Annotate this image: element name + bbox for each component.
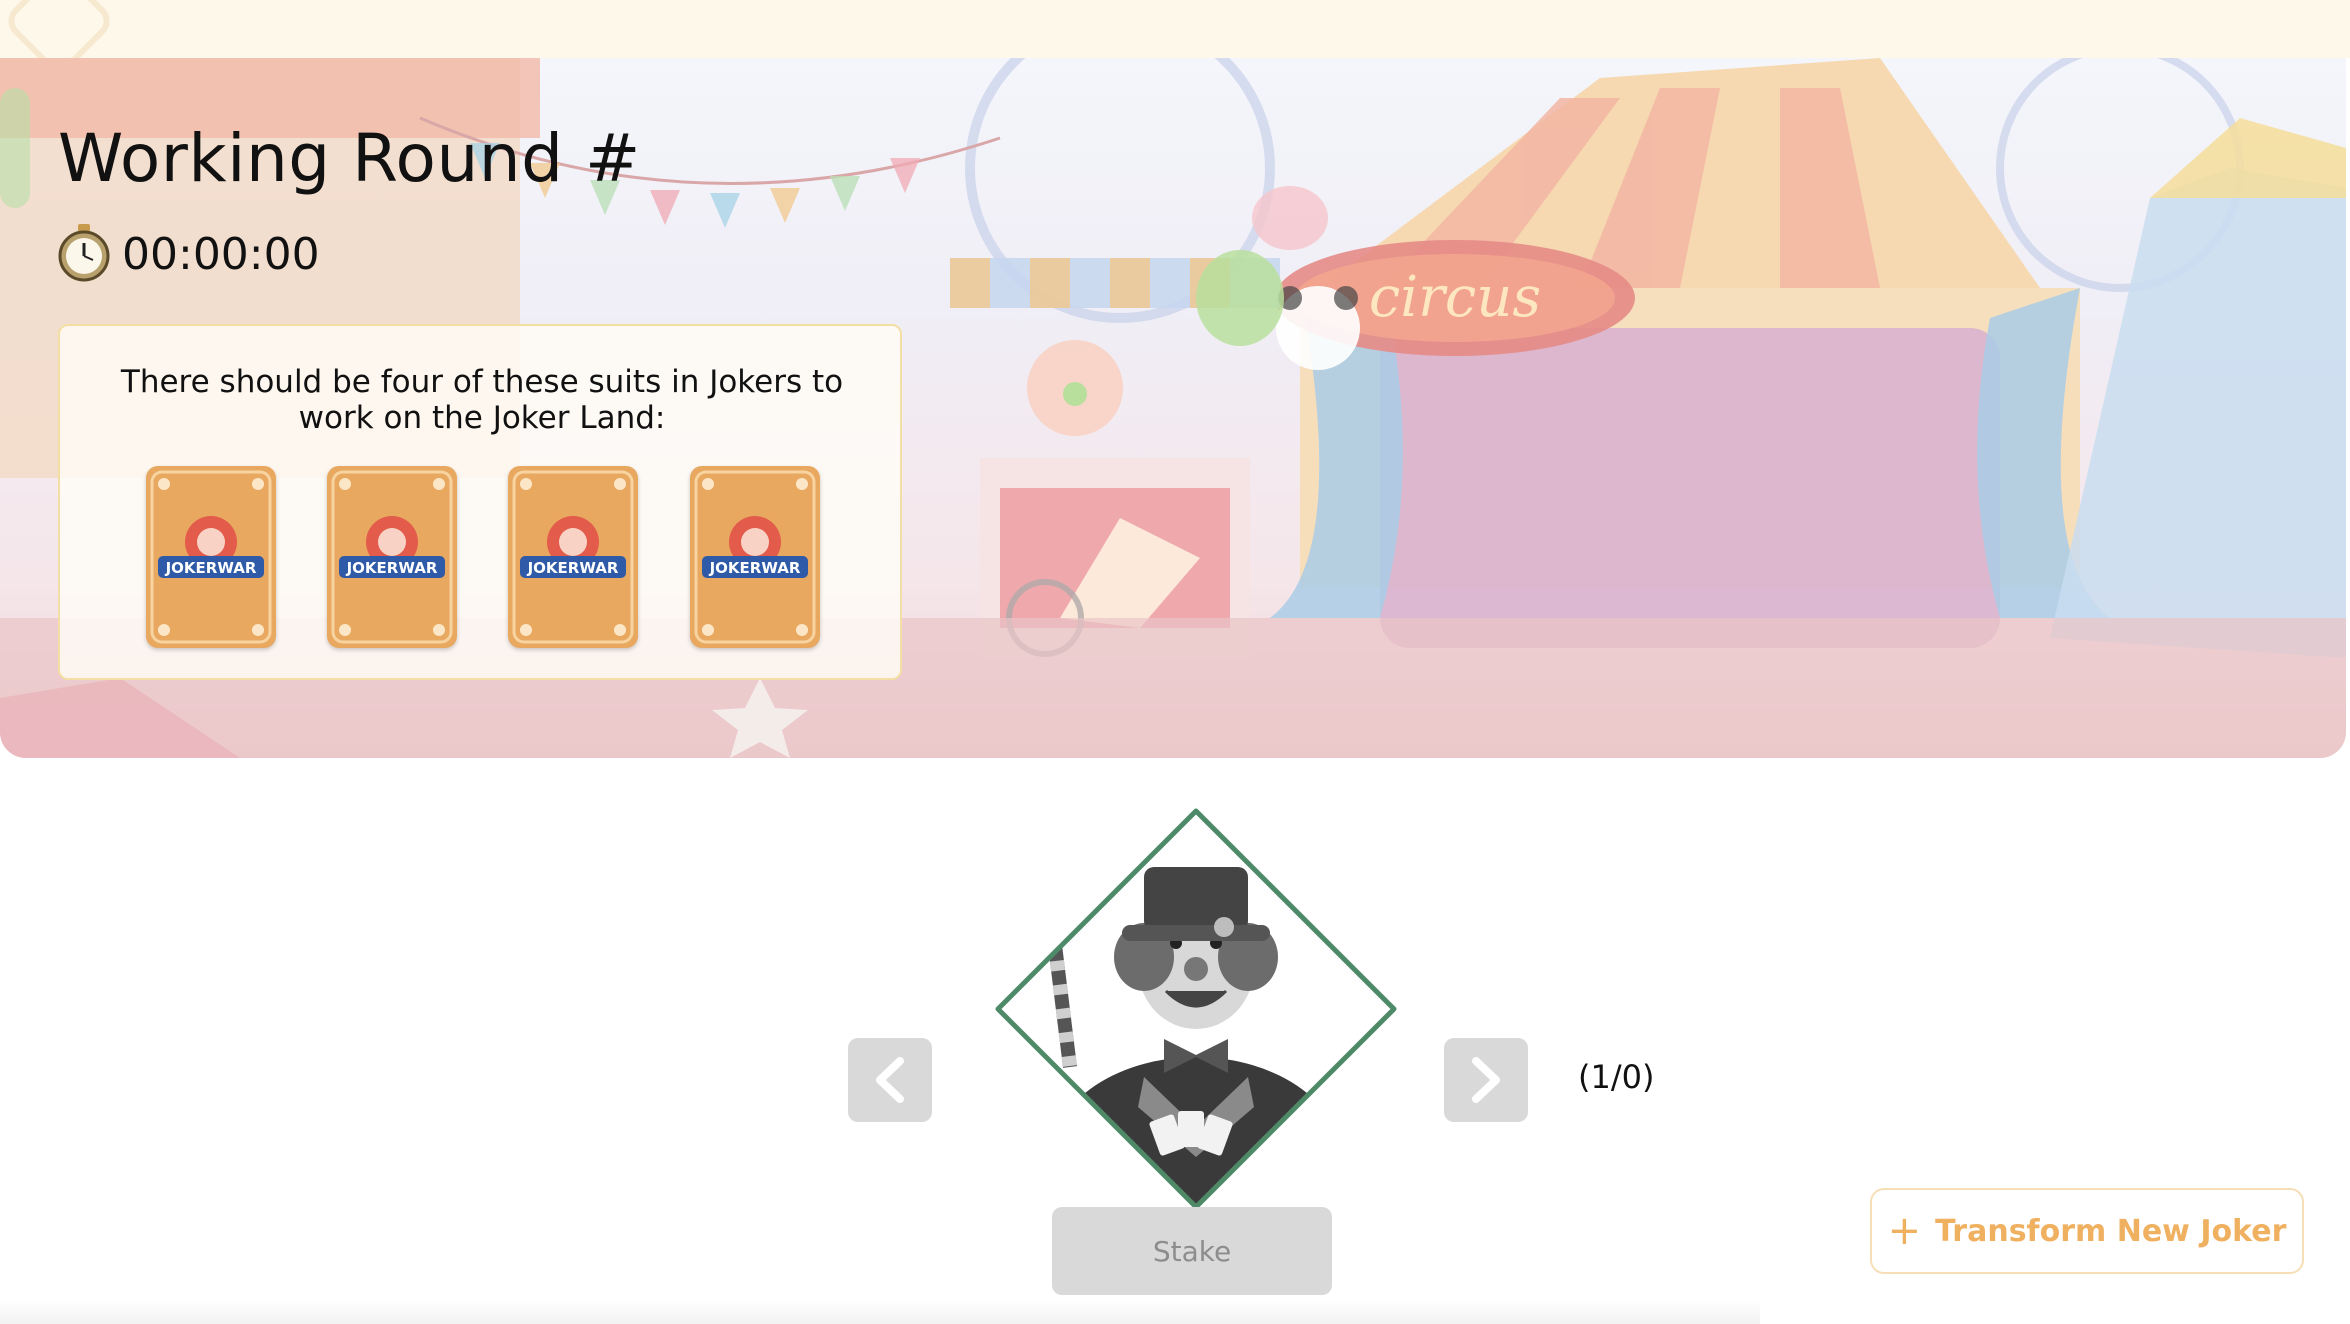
plus-icon: + (1887, 1208, 1922, 1254)
joker-card: JOKERWAR (690, 466, 820, 648)
top-strip (0, 0, 2350, 79)
round-timer: 00:00:00 (56, 222, 320, 286)
bottom-shadow (0, 1300, 1760, 1324)
chevron-left-icon (876, 1057, 904, 1103)
card-logo-text: JOKERWAR (527, 559, 619, 577)
suit-requirements-panel: There should be four of these suits in J… (58, 324, 902, 680)
transform-label: Transform New Joker (1935, 1213, 2287, 1249)
joker-card: JOKERWAR (508, 466, 638, 648)
next-joker-button[interactable] (1444, 1038, 1528, 1122)
stake-button[interactable]: Stake (1052, 1207, 1332, 1295)
joker-card: JOKERWAR (146, 466, 276, 648)
chevron-right-icon (1472, 1057, 1500, 1103)
page-title: Working Round # (58, 120, 641, 197)
card-logo-text: JOKERWAR (346, 559, 438, 577)
joker-counter: (1/0) (1578, 1058, 1655, 1096)
timer-value: 00:00:00 (122, 228, 320, 280)
card-logo-text: JOKERWAR (709, 559, 801, 577)
circus-sign-text: circus (1369, 265, 1541, 330)
card-logo-text: JOKERWAR (165, 559, 257, 577)
transform-new-joker-button[interactable]: + Transform New Joker (1870, 1188, 2304, 1274)
prev-joker-button[interactable] (848, 1038, 932, 1122)
joker-card: JOKERWAR (327, 466, 457, 648)
joker-portrait[interactable] (994, 807, 1398, 1211)
suit-requirements-text: There should be four of these suits in J… (120, 364, 844, 436)
stopwatch-icon (56, 222, 112, 286)
